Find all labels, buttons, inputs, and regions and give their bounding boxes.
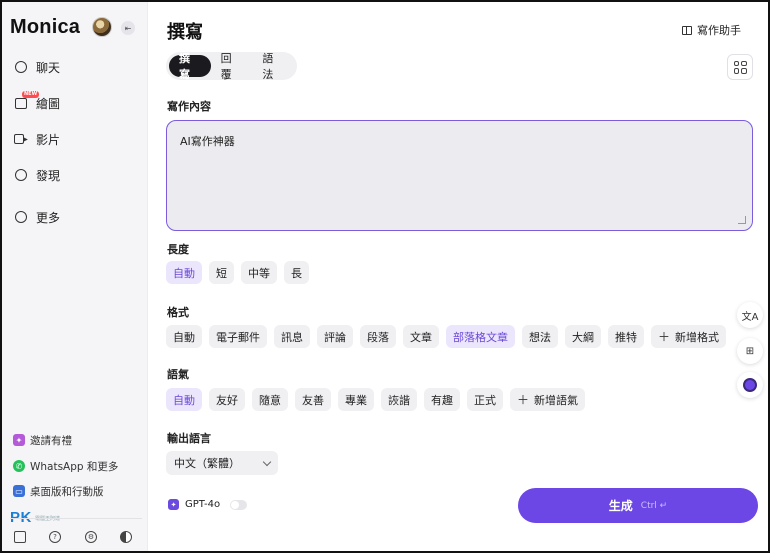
resize-handle-icon[interactable]: [738, 216, 746, 224]
sidebar-footer-icons: ? ⚙: [2, 531, 148, 547]
plus-icon: ＋: [517, 393, 530, 407]
sidebar-item-label: 發現: [36, 168, 61, 183]
plus-icon: ＋: [658, 330, 671, 344]
sidebar-item-label: 更多: [36, 210, 61, 225]
format-option[interactable]: 大綱: [565, 325, 601, 348]
tab-compose[interactable]: 撰寫: [169, 52, 211, 81]
content-textarea[interactable]: AI寫作神器: [166, 120, 753, 231]
length-option[interactable]: 中等: [241, 261, 277, 284]
format-option[interactable]: 部落格文章: [446, 325, 515, 348]
new-badge: NEW: [22, 91, 40, 98]
apps-grid-button[interactable]: [727, 54, 753, 80]
sidebar-item-label: 影片: [36, 132, 61, 147]
brand-logo[interactable]: Monica: [10, 16, 80, 39]
format-option[interactable]: 想法: [522, 325, 558, 348]
mode-tabs: 撰寫 回覆 語法: [166, 52, 297, 81]
format-option[interactable]: 推特: [608, 325, 644, 348]
writing-assistant-button[interactable]: 寫作助手: [682, 22, 741, 38]
add-format-button[interactable]: ＋ 新增格式: [651, 325, 727, 348]
tone-label: 語氣: [167, 368, 189, 381]
settings-icon[interactable]: ⚙: [85, 531, 97, 543]
tone-option[interactable]: 自動: [166, 388, 202, 411]
model-selector[interactable]: ✦ GPT-4o: [168, 499, 248, 510]
devices-icon: ▭: [13, 485, 25, 497]
output-language-select[interactable]: 中文（繁體）: [166, 451, 278, 475]
sidebar-item-more[interactable]: 更多: [14, 206, 60, 228]
format-option[interactable]: 自動: [166, 325, 202, 348]
help-icon[interactable]: ?: [49, 531, 61, 543]
sidebar-item-video[interactable]: ▶ 影片: [14, 128, 60, 150]
sidebar-divider: [10, 518, 142, 519]
sidebar: Monica ⇤ 聊天 NEW 繪圖 ▶ 影片 發現 更多 ✦ 邀請有禮 ✆ W…: [2, 2, 148, 551]
image-icon: NEW: [14, 91, 40, 110]
sidebar-item-draw[interactable]: NEW 繪圖: [14, 91, 61, 114]
generate-button[interactable]: 生成 Ctrl ↵: [518, 488, 758, 523]
tone-option[interactable]: 專業: [338, 388, 374, 411]
format-option[interactable]: 評論: [317, 325, 353, 348]
tab-grammar[interactable]: 語法: [252, 52, 294, 81]
tone-option[interactable]: 隨意: [252, 388, 288, 411]
home-icon[interactable]: [14, 531, 26, 543]
tone-option[interactable]: 友善: [295, 388, 331, 411]
sidebar-item-chat[interactable]: 聊天: [14, 56, 60, 78]
invite-label: 邀請有禮: [30, 434, 72, 447]
chat-icon: [14, 60, 28, 74]
whatsapp-label: WhatsApp 和更多: [30, 460, 119, 473]
tone-option[interactable]: 正式: [467, 388, 503, 411]
model-toggle[interactable]: [230, 499, 248, 510]
app-window: Monica ⇤ 聊天 NEW 繪圖 ▶ 影片 發現 更多 ✦ 邀請有禮 ✆ W…: [0, 0, 770, 553]
tone-option[interactable]: 友好: [209, 388, 245, 411]
main-panel: 撰寫 寫作助手 撰寫 回覆 語法 寫作內容 AI寫作神器 長度 自動 短 中等 …: [149, 2, 768, 551]
plus-circle-icon: [14, 210, 28, 224]
sidebar-item-label: 繪圖: [36, 96, 61, 111]
add-format-label: 新增格式: [675, 330, 720, 344]
tab-reply[interactable]: 回覆: [211, 52, 253, 81]
output-language-label: 輸出語言: [167, 432, 211, 445]
collapse-sidebar-icon[interactable]: ⇤: [121, 21, 135, 35]
generate-shortcut: Ctrl ↵: [640, 500, 668, 511]
format-option[interactable]: 訊息: [274, 325, 310, 348]
add-tone-label: 新增語氣: [534, 393, 579, 407]
apps-plus-icon[interactable]: ⊞: [737, 338, 763, 364]
length-option[interactable]: 短: [209, 261, 234, 284]
writing-assistant-label: 寫作助手: [697, 24, 741, 37]
length-option[interactable]: 自動: [166, 261, 202, 284]
grid-icon: [733, 60, 747, 74]
desktop-mobile-label: 桌面版和行動版: [30, 485, 104, 498]
page-title: 撰寫: [167, 22, 203, 43]
whatsapp-link[interactable]: ✆ WhatsApp 和更多: [13, 457, 118, 475]
monica-assistant-icon[interactable]: [737, 372, 763, 398]
sidebar-item-label: 聊天: [36, 60, 61, 75]
desktop-mobile-link[interactable]: ▭ 桌面版和行動版: [13, 482, 104, 500]
model-name: GPT-4o: [185, 499, 221, 510]
format-option[interactable]: 段落: [360, 325, 396, 348]
compass-icon: [14, 168, 28, 182]
tone-option[interactable]: 詼諧: [381, 388, 417, 411]
content-label: 寫作內容: [167, 100, 211, 113]
avatar[interactable]: [92, 17, 112, 37]
video-icon: ▶: [14, 132, 28, 146]
book-icon: [682, 25, 692, 35]
gift-icon: ✦: [13, 434, 25, 446]
theme-toggle-icon[interactable]: [120, 531, 132, 543]
invite-link[interactable]: ✦ 邀請有禮: [13, 431, 72, 449]
tone-option[interactable]: 有趣: [424, 388, 460, 411]
format-options: 自動 電子郵件 訊息 評論 段落 文章 部落格文章 想法 大綱 推特 ＋ 新增格…: [166, 325, 727, 348]
output-language-value: 中文（繁體）: [174, 457, 240, 470]
chevron-down-icon: [262, 457, 272, 466]
format-option[interactable]: 文章: [403, 325, 439, 348]
add-tone-button[interactable]: ＋ 新增語氣: [510, 388, 586, 411]
model-icon: ✦: [168, 499, 179, 510]
format-option[interactable]: 電子郵件: [209, 325, 267, 348]
length-option[interactable]: 長: [284, 261, 309, 284]
whatsapp-icon: ✆: [13, 460, 25, 472]
generate-label: 生成: [608, 499, 633, 513]
tone-options: 自動 友好 隨意 友善 專業 詼諧 有趣 正式 ＋ 新增語氣: [166, 388, 586, 411]
translate-icon[interactable]: 文A: [737, 302, 763, 328]
sidebar-item-discover[interactable]: 發現: [14, 164, 60, 186]
length-label: 長度: [167, 243, 189, 256]
length-options: 自動 短 中等 長: [166, 261, 309, 284]
format-label: 格式: [167, 306, 189, 319]
